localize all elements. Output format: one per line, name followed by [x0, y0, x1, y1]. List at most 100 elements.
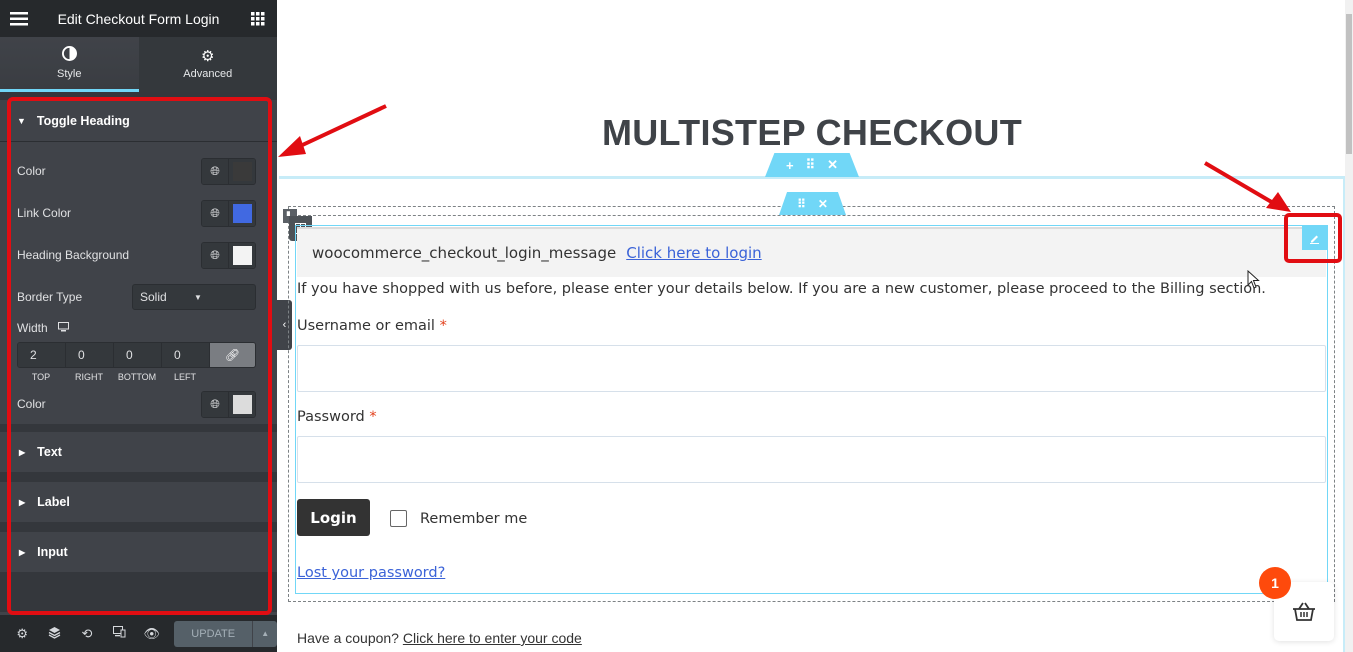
link-color-swatch-wrap[interactable]	[229, 200, 255, 226]
mouse-cursor-icon	[1247, 270, 1260, 289]
tab-advanced-label: Advanced	[183, 68, 233, 80]
contrast-icon	[61, 46, 77, 64]
dim-label-left: LEFT	[173, 372, 196, 382]
coupon-notice: Have a coupon? Click here to enter your …	[297, 630, 582, 646]
globe-icon[interactable]: 🌐︎	[202, 391, 229, 417]
required-mark: *	[369, 409, 377, 425]
canvas-scrollbar[interactable]	[1345, 0, 1353, 652]
border-width-right-input[interactable]: 0	[66, 343, 114, 367]
lost-password-link[interactable]: Lost your password?	[297, 565, 445, 581]
coupon-link[interactable]: Click here to enter your code	[403, 630, 582, 646]
history-icon[interactable]: ⟲	[71, 626, 103, 642]
heading-background-swatch-wrap[interactable]	[229, 242, 255, 268]
toggle-heading: woocommerce_checkout_login_message Click…	[297, 227, 1326, 277]
password-label-text: Password	[297, 409, 365, 425]
update-options-caret-icon[interactable]: ▲	[252, 620, 278, 647]
link-color-swatch[interactable]	[232, 203, 252, 223]
border-color-label: Color	[17, 397, 46, 411]
heading-background-swatch[interactable]	[232, 245, 252, 265]
settings-icon[interactable]: ⚙	[6, 626, 38, 642]
border-width-left-input[interactable]: 0	[162, 343, 210, 367]
chevron-down-icon: ▼	[194, 292, 202, 302]
lost-password-wrap: Lost your password?	[297, 565, 445, 581]
border-type-value: Solid	[140, 290, 167, 304]
update-button[interactable]: UPDATE	[173, 620, 253, 647]
coupon-text: Have a coupon?	[297, 630, 399, 646]
remember-me-label[interactable]: Remember me	[420, 511, 527, 527]
tab-style[interactable]: Style	[0, 37, 139, 92]
section-input[interactable]: ▶ Input	[0, 532, 277, 572]
panel-header: Edit Checkout Form Login	[0, 0, 277, 37]
link-color-label: Link Color	[17, 206, 72, 220]
color-picker[interactable]: 🌐︎	[201, 157, 256, 185]
section-toggle-heading[interactable]: ▼ Toggle Heading	[0, 100, 277, 142]
editor-panel: Edit Checkout Form Login Style ⚙ Advance…	[0, 0, 278, 652]
border-width-bottom-input[interactable]: 0	[114, 343, 162, 367]
password-label: Password *	[297, 409, 377, 425]
caret-down-icon: ▼	[17, 115, 26, 126]
border-width-top-input[interactable]: 2	[18, 343, 66, 367]
border-color-swatch-wrap[interactable]	[229, 391, 255, 417]
dim-label-right: RIGHT	[75, 372, 103, 382]
globe-icon[interactable]: 🌐︎	[202, 242, 229, 268]
caret-right-icon: ▶	[19, 547, 26, 557]
border-type-select[interactable]: Solid ▼	[132, 284, 256, 310]
basket-icon	[1293, 602, 1315, 621]
gear-icon: ⚙	[201, 48, 215, 65]
color-control: Color 🌐︎	[0, 150, 277, 192]
section-label[interactable]: ▶ Label	[0, 482, 277, 522]
preview-eye-icon[interactable]: 👁︎	[136, 626, 168, 642]
toggle-heading-message: woocommerce_checkout_login_message	[312, 244, 617, 262]
cart-count-badge: 1	[1259, 567, 1291, 599]
tab-advanced[interactable]: ⚙ Advanced	[139, 37, 278, 92]
section-label-title: Label	[37, 495, 70, 509]
add-section-icon[interactable]: +	[786, 158, 794, 173]
link-color-control: Link Color 🌐︎	[0, 192, 277, 234]
panel-tabs: Style ⚙ Advanced	[0, 37, 277, 92]
drag-handle-icon[interactable]: ⠿	[806, 157, 816, 173]
username-label: Username or email *	[297, 318, 447, 334]
border-color-swatch[interactable]	[232, 394, 252, 414]
panel-footer: ⚙ ⟲ 👁︎ UPDATE ▲	[0, 615, 278, 652]
intro-text: If you have shopped with us before, plea…	[297, 281, 1266, 297]
heading-background-control: Heading Background 🌐︎	[0, 234, 277, 276]
delete-section-icon[interactable]: ✕	[827, 157, 838, 173]
dim-label-top: TOP	[31, 372, 51, 382]
section-outline-right	[1343, 176, 1345, 652]
heading-background-picker[interactable]: 🌐︎	[201, 241, 256, 269]
page-title: MULTISTEP CHECKOUT	[601, 112, 1023, 153]
delete-column-icon[interactable]: ✕	[818, 197, 828, 211]
caret-right-icon: ▶	[19, 497, 26, 507]
username-label-text: Username or email	[297, 318, 435, 334]
color-swatch[interactable]	[232, 161, 252, 181]
section-handle: + ⠿ ✕	[765, 153, 859, 177]
caret-right-icon: ▶	[19, 447, 26, 457]
border-type-control: Border Type Solid ▼	[0, 276, 277, 318]
globe-icon[interactable]: 🌐︎	[202, 200, 229, 226]
widgets-grid-icon[interactable]	[249, 10, 267, 28]
login-button[interactable]: Login	[297, 499, 370, 536]
globe-icon[interactable]: 🌐︎	[202, 158, 229, 184]
link-values-icon[interactable]: 🔗︎	[210, 343, 255, 367]
section-text-title: Text	[37, 445, 62, 459]
color-swatch-wrap[interactable]	[229, 158, 255, 184]
annotation-highlight-edit	[1284, 213, 1342, 263]
width-label: Width	[17, 321, 48, 335]
login-toggle-link[interactable]: Click here to login	[626, 244, 761, 262]
border-width-inputs: 2 0 0 0 🔗︎	[17, 342, 256, 368]
remember-me-checkbox[interactable]	[390, 510, 407, 527]
username-input[interactable]	[297, 345, 1326, 392]
hamburger-menu-icon[interactable]	[10, 10, 28, 28]
password-input[interactable]	[297, 436, 1326, 483]
border-color-picker[interactable]: 🌐︎	[201, 390, 256, 418]
link-color-picker[interactable]: 🌐︎	[201, 199, 256, 227]
width-control-header: Width	[0, 318, 277, 338]
border-type-label: Border Type	[17, 290, 83, 304]
navigator-layers-icon[interactable]	[38, 626, 70, 642]
desktop-icon[interactable]	[57, 321, 69, 335]
section-input-title: Input	[37, 545, 68, 559]
drag-handle-icon[interactable]: ⠿	[797, 197, 806, 211]
section-text[interactable]: ▶ Text	[0, 432, 277, 472]
responsive-mode-icon[interactable]	[103, 626, 135, 641]
section-toggle-heading-title: Toggle Heading	[36, 113, 130, 128]
